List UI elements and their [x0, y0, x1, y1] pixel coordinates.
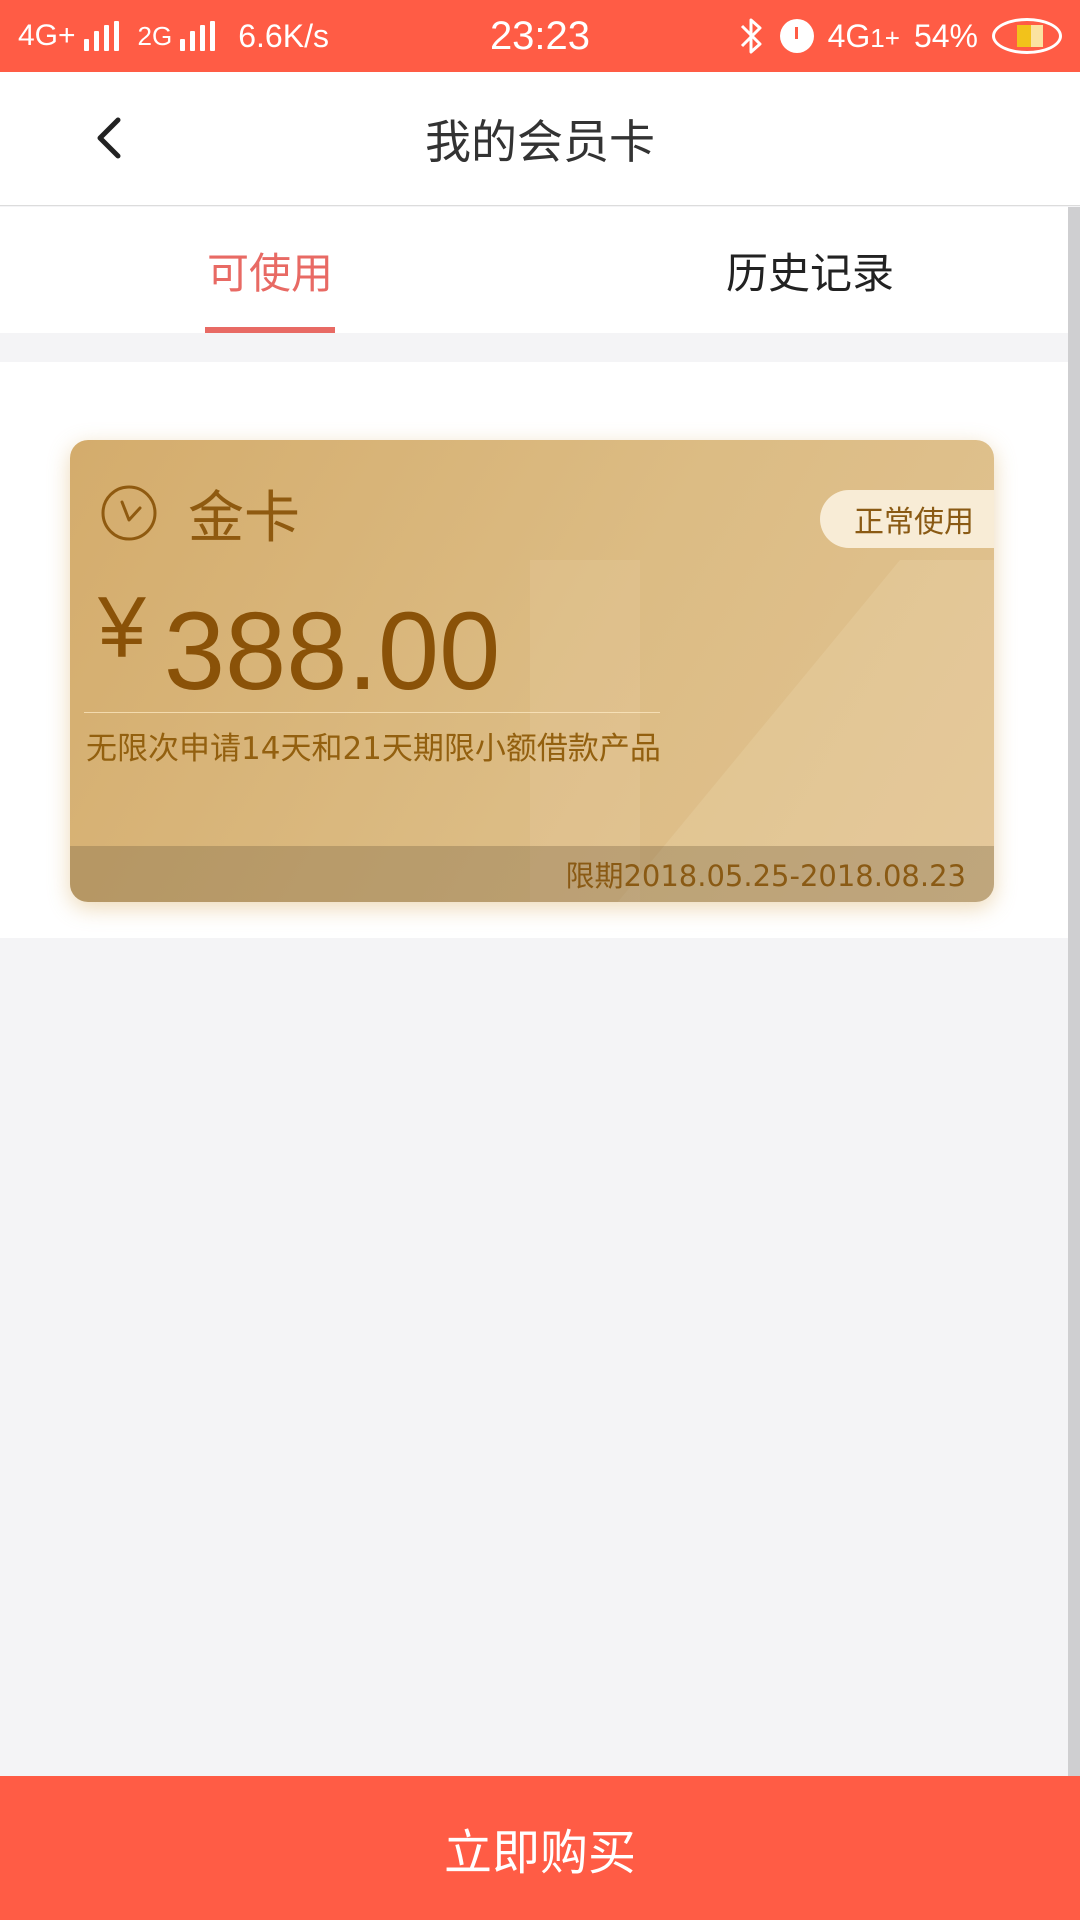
card-divider [84, 712, 660, 713]
card-validity-bar: 限期2018.05.25-2018.08.23 [70, 846, 994, 902]
bluetooth-icon [740, 18, 762, 54]
card-validity: 限期2018.05.25-2018.08.23 [565, 859, 966, 893]
clock-icon [101, 485, 157, 541]
tab-active-indicator [205, 327, 335, 333]
card-price: ¥ 388.00 [98, 580, 500, 718]
tab-bar: 可使用 历史记录 [0, 207, 1068, 333]
alarm-icon [779, 19, 814, 53]
tab-history[interactable]: 历史记录 [700, 207, 920, 333]
status-right: 4G1+ 54% [738, 0, 1062, 72]
member-card[interactable]: 金卡 正常使用 ¥ 388.00 无限次申请14天和21天期限小额借款产品 限期… [70, 440, 994, 902]
page-title: 我的会员卡 [425, 115, 655, 169]
status-badge: 正常使用 [820, 490, 994, 548]
network-type-3-label: 4G [827, 17, 871, 54]
buy-now-button[interactable]: 立即购买 [0, 1776, 1080, 1920]
scrollbar [1068, 207, 1080, 1777]
network-type-3-suffix: 1+ [870, 22, 900, 53]
nav-bar: 我的会员卡 [0, 72, 1080, 206]
status-bar: 4G+ 2G 6.6K/s 23:23 4G1+ 54% [0, 0, 1080, 72]
network-type-3: 4G1+ [828, 18, 900, 55]
battery-icon [992, 18, 1062, 54]
card-amount: 388.00 [163, 590, 501, 713]
currency-symbol: ¥ [98, 580, 146, 676]
card-list: 金卡 正常使用 ¥ 388.00 无限次申请14天和21天期限小额借款产品 限期… [0, 362, 1068, 938]
battery-percent: 54% [913, 17, 978, 54]
card-description: 无限次申请14天和21天期限小额借款产品 [86, 731, 661, 767]
tab-available[interactable]: 可使用 [205, 207, 335, 333]
card-name: 金卡 [188, 486, 300, 551]
